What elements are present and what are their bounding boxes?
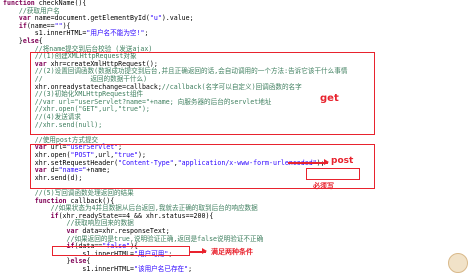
watermark-logo-icon: [448, 253, 468, 273]
post-arrow-icon: [288, 159, 329, 165]
code-token: s1.innerHTML=: [3, 265, 135, 273]
code-token: "u": [149, 14, 162, 23]
code-editor[interactable]: function checkName(){ //获取用户名 var name=d…: [0, 0, 474, 277]
code-token: ;: [188, 265, 193, 273]
get-label: get: [320, 93, 339, 104]
code-token: "该用户名已存在": [134, 265, 189, 273]
condition-arrow-icon: [190, 248, 207, 254]
code-line[interactable]: s1.innerHTML="该用户名已存在";: [3, 265, 192, 274]
code-token: ;: [144, 29, 149, 38]
code-token: "用户名不能为空!": [86, 29, 145, 38]
post-label: post: [331, 156, 354, 166]
code-token: ).value;: [161, 14, 194, 23]
both-conditions-label: 满足两种条件: [211, 248, 253, 256]
must-write-box: [306, 168, 360, 180]
must-write-label: 必须写: [313, 182, 334, 190]
condition-box: [52, 246, 190, 256]
